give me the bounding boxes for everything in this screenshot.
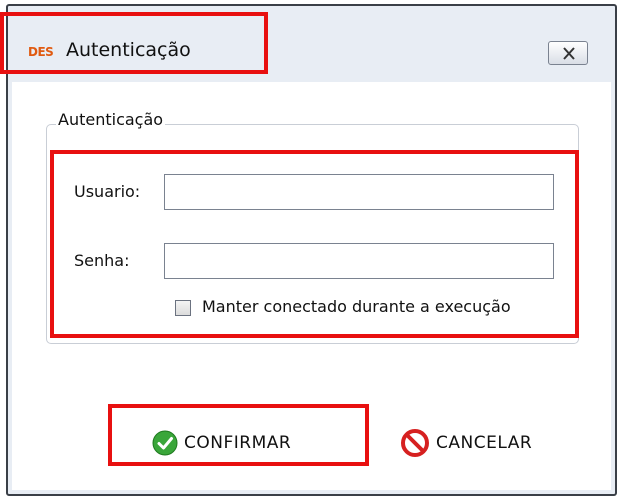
close-icon: [563, 47, 575, 60]
keep-connected-label: Manter conectado durante a execução: [202, 297, 511, 316]
dialog-content: Autenticação Usuario: Senha: Manter cone…: [12, 82, 611, 490]
password-label: Senha:: [74, 251, 130, 270]
confirm-button[interactable]: CONFIRMAR: [152, 430, 291, 456]
password-input[interactable]: [164, 243, 554, 279]
groupbox-title: Autenticação: [56, 110, 166, 129]
prohibited-icon: [401, 429, 429, 457]
window-title: Autenticação: [66, 39, 191, 61]
cancel-button[interactable]: CANCELAR: [400, 428, 532, 458]
title-bar: DES Autenticação: [8, 6, 615, 76]
cancel-label: CANCELAR: [436, 433, 533, 453]
confirm-label: CONFIRMAR: [184, 433, 292, 453]
app-logo: DES: [28, 45, 54, 59]
keep-connected-checkbox[interactable]: [175, 300, 191, 316]
auth-dialog: DES Autenticação Autenticação Usuario: S…: [6, 4, 617, 496]
check-circle-icon: [152, 430, 178, 456]
close-button[interactable]: [548, 41, 588, 65]
user-input[interactable]: [164, 174, 554, 210]
user-label: Usuario:: [74, 182, 141, 201]
